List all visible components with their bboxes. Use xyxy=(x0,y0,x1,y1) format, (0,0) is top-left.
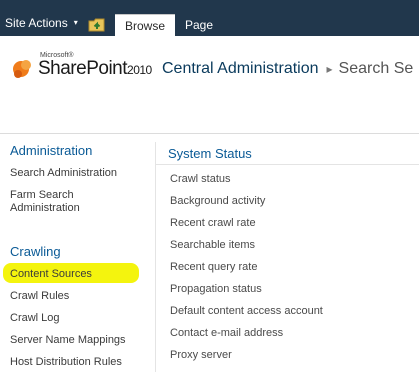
status-item: Propagation status xyxy=(170,283,262,295)
nav-heading-administration[interactable]: Administration xyxy=(10,143,92,158)
sharepoint-logo[interactable]: Microsoft® SharePoint2010 xyxy=(10,52,152,92)
logo-product: SharePoint2010 xyxy=(38,58,152,80)
breadcrumb: Central Administration ▸ Search Se xyxy=(162,60,413,78)
ribbon-bar: Site Actions ▾ Browse Page xyxy=(0,0,419,36)
status-item: Default content access account xyxy=(170,305,323,317)
tab-browse[interactable]: Browse xyxy=(115,14,175,36)
nav-heading-crawling[interactable]: Crawling xyxy=(10,244,61,259)
status-item: Background activity xyxy=(170,195,266,207)
sharepoint-logo-icon xyxy=(13,60,31,78)
status-item: Contact e-mail address xyxy=(170,327,284,339)
tab-page[interactable]: Page xyxy=(176,14,222,36)
breadcrumb-separator-icon: ▸ xyxy=(326,62,333,76)
logo-product-name: SharePoint xyxy=(38,58,128,79)
status-item: Crawl status xyxy=(170,173,231,185)
nav-link-search-administration[interactable]: Search Administration xyxy=(10,167,150,180)
section-title-divider xyxy=(156,164,419,165)
breadcrumb-search-service[interactable]: Search Se xyxy=(339,60,414,78)
nav-link-host-distribution-rules[interactable]: Host Distribution Rules xyxy=(10,356,150,369)
status-item: Recent crawl rate xyxy=(170,217,256,229)
nav-link-crawl-rules[interactable]: Crawl Rules xyxy=(10,290,150,303)
nav-link-content-sources[interactable]: Content Sources xyxy=(10,268,150,281)
status-item: Searchable items xyxy=(170,239,255,251)
status-item: Recent query rate xyxy=(170,261,258,273)
status-item: Proxy server xyxy=(170,349,232,361)
section-title-system-status: System Status xyxy=(168,146,252,161)
nav-link-farm-search-administration[interactable]: Farm Search Administration xyxy=(10,189,120,215)
logo-year: 2010 xyxy=(127,63,152,77)
folder-up-icon[interactable] xyxy=(88,16,106,32)
nav-link-server-name-mappings[interactable]: Server Name Mappings xyxy=(10,334,150,347)
site-actions-menu[interactable]: Site Actions ▾ xyxy=(5,16,78,30)
nav-link-crawl-log[interactable]: Crawl Log xyxy=(10,312,150,325)
breadcrumb-central-admin[interactable]: Central Administration xyxy=(162,60,319,78)
chevron-down-icon: ▾ xyxy=(73,18,78,27)
site-actions-label: Site Actions xyxy=(5,16,68,30)
